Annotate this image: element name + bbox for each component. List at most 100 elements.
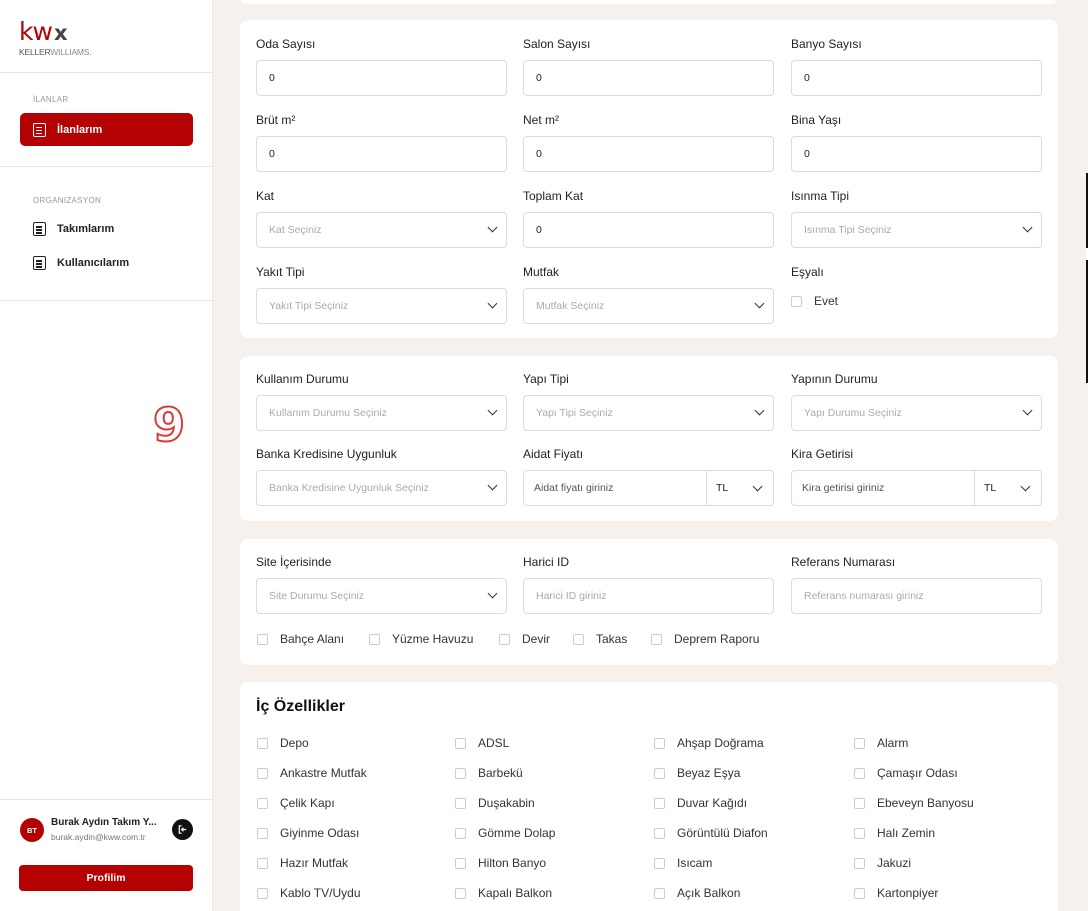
field-label: Kullanım Durumu [256, 372, 349, 386]
checkbox-label: Devir [522, 632, 551, 646]
field-label: Kat [256, 189, 275, 203]
checkbox-label: Görüntülü Diafon [677, 826, 768, 840]
feature-checkbox[interactable]: Gömme Dolap [455, 826, 555, 840]
checkbox-label: Ebeveyn Banyosu [877, 796, 974, 810]
feature-checkbox[interactable]: Çamaşır Odası [854, 766, 958, 780]
checkbox-yuzme-havuzu[interactable]: Yüzme Havuzu [369, 632, 473, 646]
chevron-down-icon [752, 481, 763, 492]
field-label: Kira Getirisi [791, 447, 854, 461]
checkbox-label: Alarm [877, 736, 909, 750]
feature-checkbox[interactable]: Açık Balkon [654, 886, 740, 900]
feature-checkbox[interactable]: ADSL [455, 736, 509, 750]
feature-checkbox[interactable]: Kapalı Balkon [455, 886, 552, 900]
brut-m2-input[interactable]: 0 [256, 136, 507, 172]
checkbox-label: Takas [596, 632, 628, 646]
field-label: Referans Numarası [791, 555, 896, 569]
checkbox-deprem-raporu[interactable]: Deprem Raporu [651, 632, 759, 646]
divider [0, 300, 213, 301]
checkbox-label: ADSL [478, 736, 510, 750]
checkbox-box [654, 737, 665, 749]
toplam-kat-input[interactable]: 0 [523, 212, 774, 248]
aidat-currency-select[interactable]: TL [707, 471, 773, 505]
sidebar-item-label: İlanlarım [57, 123, 103, 136]
checkbox-box [257, 767, 268, 779]
site-durumu-select[interactable]: Site Durumu Seçiniz [256, 578, 507, 614]
feature-checkbox[interactable]: Duşakabin [455, 796, 535, 810]
yakit-tipi-select[interactable]: Yakıt Tipi Seçiniz [256, 288, 507, 324]
checkbox-bahce-alani[interactable]: Bahçe Alanı [257, 632, 344, 646]
salon-sayisi-input[interactable]: 0 [523, 60, 774, 96]
card-ic-ozellikler: İç Özellikler Depo ADSL Ahşap Doğrama Alarm… [240, 682, 1058, 911]
checkbox-box [455, 737, 466, 749]
feature-checkbox[interactable]: Beyaz Eşya [654, 766, 740, 780]
feature-checkbox[interactable]: Jakuzi [854, 856, 911, 870]
card-room-details: Oda Sayısı 0 Salon Sayısı 0 Banyo Sayısı… [240, 20, 1058, 338]
field-label: Site İçerisinde [256, 555, 332, 569]
feature-checkbox[interactable]: Ankastre Mutfak [257, 766, 367, 780]
feature-checkbox[interactable]: Halı Zemin [854, 826, 935, 840]
aidat-fiyati-input[interactable]: Aidat fiyatı giriniz [524, 471, 707, 505]
select-placeholder: Yapı Durumu Seçiniz [804, 407, 902, 419]
field-label: Harici ID [523, 555, 570, 569]
checkbox-box [854, 797, 865, 809]
section-label-ilanlar: İLANLAR [33, 95, 69, 104]
checkbox-box [455, 827, 466, 839]
referans-numarasi-input[interactable]: Referans numarası giriniz [791, 578, 1042, 614]
feature-checkbox[interactable]: Depo [257, 736, 309, 750]
kira-currency-select[interactable]: TL [975, 471, 1041, 505]
banyo-sayisi-input[interactable]: 0 [791, 60, 1042, 96]
mutfak-select[interactable]: Mutfak Seçiniz [523, 288, 774, 324]
sidebar-item-ilanlarim[interactable]: İlanlarım [20, 113, 193, 146]
net-m2-input[interactable]: 0 [523, 136, 774, 172]
field-label: Eşyalı [791, 265, 824, 279]
harici-id-input[interactable]: Harici ID giriniz [523, 578, 774, 614]
yapi-durumu-select[interactable]: Yapı Durumu Seçiniz [791, 395, 1042, 431]
field-label: Yapı Tipi [523, 372, 569, 386]
chevron-down-icon [754, 298, 765, 309]
feature-checkbox[interactable]: Kartonpiyer [854, 886, 938, 900]
number-badge: 9 [152, 397, 186, 453]
field-label: Banyo Sayısı [791, 37, 862, 51]
checkbox-box [854, 737, 865, 749]
isinma-tipi-select[interactable]: Isınma Tipi Seçiniz [791, 212, 1042, 248]
feature-checkbox[interactable]: Alarm [854, 736, 908, 750]
feature-checkbox[interactable]: Giyinme Odası [257, 826, 359, 840]
checkbox-label: Depo [280, 736, 309, 750]
feature-checkbox[interactable]: Hazır Mutfak [257, 856, 348, 870]
kullanim-durumu-select[interactable]: Kullanım Durumu Seçiniz [256, 395, 507, 431]
checkbox-box [854, 857, 865, 869]
checkbox-label: Halı Zemin [877, 826, 936, 840]
kat-select[interactable]: Kat Seçiniz [256, 212, 507, 248]
feature-checkbox[interactable]: Barbekü [455, 766, 523, 780]
checkbox-box [455, 767, 466, 779]
checkbox-box [369, 633, 380, 645]
field-label: Banka Kredisine Uygunluk [256, 447, 397, 461]
checkbox-label: Barbekü [478, 766, 523, 780]
feature-checkbox[interactable]: Duvar Kağıdı [654, 796, 747, 810]
feature-checkbox[interactable]: Çelik Kapı [257, 796, 335, 810]
user-name: Burak Aydın Takım Y... [51, 817, 157, 828]
feature-checkbox[interactable]: Isıcam [654, 856, 712, 870]
checkbox-takas[interactable]: Takas [573, 632, 627, 646]
logout-button[interactable] [172, 819, 193, 840]
bina-yasi-input[interactable]: 0 [791, 136, 1042, 172]
oda-sayisi-input[interactable]: 0 [256, 60, 507, 96]
banka-kredisi-select[interactable]: Banka Kredisine Uygunluk Seçiniz [256, 470, 507, 506]
yapi-tipi-select[interactable]: Yapı Tipi Seçiniz [523, 395, 774, 431]
keller-williams-logo[interactable]: kwx KELLERWILLIAMS. [19, 19, 92, 60]
feature-checkbox[interactable]: Hilton Banyo [455, 856, 546, 870]
profile-button[interactable]: Profilim [19, 865, 193, 891]
feature-checkbox[interactable]: Ebeveyn Banyosu [854, 796, 974, 810]
chevron-down-icon [487, 588, 498, 599]
esyali-checkbox[interactable]: Evet [791, 294, 838, 308]
feature-checkbox[interactable]: Ahşap Doğrama [654, 736, 764, 750]
kira-getirisi-input[interactable]: Kira getirisi giriniz [792, 471, 975, 505]
sidebar-item-kullanicilarim[interactable]: Kullanıcılarım [33, 255, 129, 271]
checkbox-label: Çelik Kapı [280, 796, 335, 810]
field-label: Yakıt Tipi [256, 265, 305, 279]
sidebar-item-takimlarim[interactable]: Takımlarım [33, 221, 114, 237]
feature-checkbox[interactable]: Görüntülü Diafon [654, 826, 768, 840]
feature-checkbox[interactable]: Kablo TV/Uydu [257, 886, 361, 900]
checkbox-devir[interactable]: Devir [499, 632, 550, 646]
checkbox-box [257, 887, 268, 899]
